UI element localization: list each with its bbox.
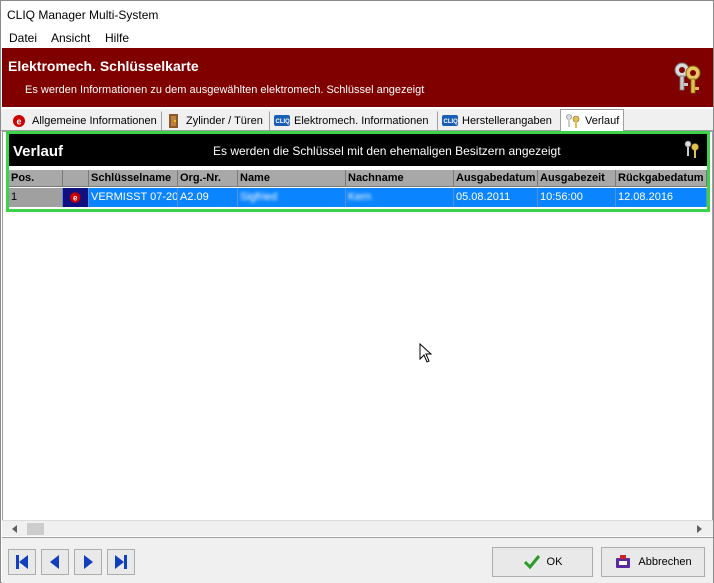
scroll-left-icon[interactable] bbox=[10, 524, 20, 534]
arrow-left-icon bbox=[50, 555, 59, 569]
e-badge-icon: e bbox=[13, 115, 25, 127]
history-info-text: Es werden die Schlüssel mit den ehemalig… bbox=[213, 144, 561, 158]
window-title: CLIQ Manager Multi-System bbox=[7, 8, 159, 22]
table-row-schluesselname[interactable]: VERMISST 07-2019 bbox=[89, 188, 178, 207]
header-banner: Elektromech. Schlüsselkarte Es werden In… bbox=[2, 48, 713, 107]
table-row-nachname[interactable]: Kern bbox=[346, 188, 454, 207]
cancel-icon bbox=[616, 555, 631, 568]
horizontal-scrollbar[interactable] bbox=[2, 520, 713, 536]
svg-text:CLIQ: CLIQ bbox=[444, 119, 459, 125]
next-record-button[interactable] bbox=[74, 549, 102, 575]
svg-text:e: e bbox=[73, 194, 78, 203]
tab-verlauf[interactable]: Verlauf bbox=[560, 109, 625, 132]
history-keys-icon bbox=[684, 140, 699, 158]
history-keys-icon bbox=[566, 113, 580, 128]
keys-icon bbox=[674, 62, 701, 94]
svg-text:CLIQ: CLIQ bbox=[276, 119, 291, 125]
tab-zylinder-tueren[interactable]: Zylinder / Türen bbox=[161, 111, 268, 131]
tab-label: Herstellerangaben bbox=[462, 115, 552, 127]
tab-label: Elektromech. Informationen bbox=[294, 115, 429, 127]
menu-bar: Datei Ansicht Hilfe bbox=[1, 29, 713, 47]
column-header-name[interactable]: Name bbox=[238, 170, 346, 187]
tab-allgemeine-informationen[interactable]: e Allgemeine Informationen bbox=[7, 111, 162, 131]
ok-label: OK bbox=[546, 556, 563, 568]
tab-elektromech-informationen[interactable]: CLIQ Elektromech. Informationen bbox=[269, 111, 434, 131]
scrollbar-thumb[interactable] bbox=[27, 523, 44, 535]
ok-button[interactable]: OK bbox=[492, 547, 593, 577]
scroll-right-icon[interactable] bbox=[694, 524, 704, 534]
title-bar: CLIQ Manager Multi-System bbox=[1, 1, 713, 29]
e-badge-icon: e bbox=[69, 192, 81, 203]
last-record-button[interactable] bbox=[107, 549, 135, 575]
table-row-ausgabedatum[interactable]: 05.08.2011 bbox=[454, 188, 538, 207]
history-header-bar: Verlauf Es werden die Schlüssel mit den … bbox=[9, 134, 707, 166]
history-title: Verlauf bbox=[13, 143, 64, 160]
first-record-button[interactable] bbox=[8, 549, 36, 575]
table-row-orgnr[interactable]: A2.09 bbox=[178, 188, 238, 207]
name-value: Sigfried bbox=[240, 191, 278, 203]
mouse-cursor-icon bbox=[419, 343, 433, 363]
table-row-icon-cell[interactable]: e bbox=[63, 188, 89, 207]
table-row-name[interactable]: Sigfried bbox=[238, 188, 346, 207]
column-header-ausgabedatum[interactable]: Ausgabedatum bbox=[454, 170, 538, 187]
tab-label: Allgemeine Informationen bbox=[32, 115, 157, 127]
table-row-rueckgabedatum[interactable]: 12.08.2016 bbox=[616, 188, 707, 207]
checkmark-icon bbox=[523, 555, 540, 570]
tab-strip: e Allgemeine Informationen Zylinder / Tü… bbox=[1, 109, 713, 132]
column-header-ausgabezeit[interactable]: Ausgabezeit bbox=[538, 170, 616, 187]
main-window: CLIQ Manager Multi-System Datei Ansicht … bbox=[0, 0, 714, 583]
previous-record-button[interactable] bbox=[41, 549, 69, 575]
nachname-value: Kern bbox=[348, 191, 372, 203]
bottom-toolbar: OK Abbrechen bbox=[2, 537, 713, 583]
skip-last-icon bbox=[115, 555, 127, 569]
svg-text:e: e bbox=[17, 117, 22, 127]
column-header-schluesselname[interactable]: Schlüsselname bbox=[89, 170, 178, 187]
skip-first-icon bbox=[16, 555, 28, 569]
menu-ansicht[interactable]: Ansicht bbox=[51, 31, 90, 45]
door-icon bbox=[169, 114, 178, 128]
cancel-button[interactable]: Abbrechen bbox=[601, 547, 705, 577]
cliq-icon: CLIQ bbox=[442, 115, 459, 126]
page-title: Elektromech. Schlüsselkarte bbox=[8, 58, 199, 74]
cliq-icon: CLIQ bbox=[274, 115, 291, 126]
column-header-rueckgabedatum[interactable]: Rückgabedatum bbox=[616, 170, 707, 187]
table-row-pos[interactable]: 1 bbox=[9, 188, 63, 207]
table-row-ausgabezeit[interactable]: 10:56:00 bbox=[538, 188, 616, 207]
column-header-nachname[interactable]: Nachname bbox=[346, 170, 454, 187]
column-header-orgnr[interactable]: Org.-Nr. bbox=[178, 170, 238, 187]
menu-hilfe[interactable]: Hilfe bbox=[105, 31, 129, 45]
tab-label: Zylinder / Türen bbox=[186, 115, 263, 127]
column-header-icon[interactable] bbox=[63, 170, 89, 187]
tab-herstellerangaben[interactable]: CLIQ Herstellerangaben bbox=[437, 111, 557, 131]
page-subtitle: Es werden Informationen zu dem ausgewähl… bbox=[25, 84, 425, 96]
cancel-label: Abbrechen bbox=[638, 556, 692, 568]
column-header-pos[interactable]: Pos. bbox=[9, 170, 63, 187]
tab-label: Verlauf bbox=[585, 114, 620, 127]
arrow-right-icon bbox=[84, 555, 93, 569]
menu-datei[interactable]: Datei bbox=[9, 31, 37, 45]
